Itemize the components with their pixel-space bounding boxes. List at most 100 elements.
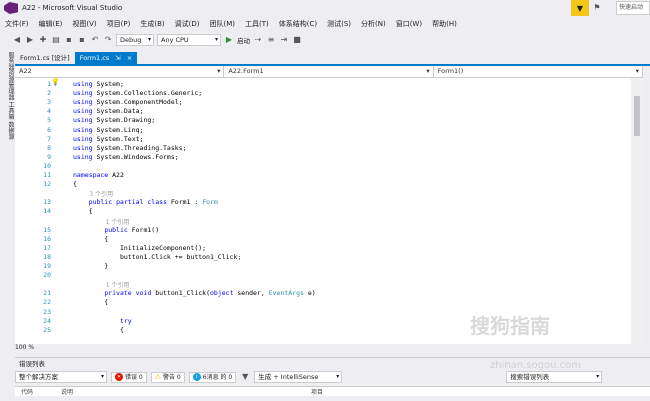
open-file-icon[interactable]: ▤ [51, 35, 61, 45]
col-project[interactable]: 项目 [305, 387, 323, 396]
messages-filter-button[interactable]: i 6消息 的 0 [188, 371, 237, 383]
indent-icon[interactable]: ⇥ [279, 35, 289, 45]
quick-launch-input[interactable]: 快速启动 [616, 1, 650, 15]
step-over-icon[interactable]: ⇢ [253, 35, 263, 45]
code-line[interactable]: 14 { [15, 207, 631, 216]
menu-item[interactable]: 视图(V) [67, 19, 101, 29]
document-tabs: Form1.cs [设计] Form1.cs ⇲ × [15, 52, 650, 64]
pin-icon[interactable]: ⇲ [115, 52, 120, 64]
menu-item[interactable]: 帮助(H) [427, 19, 462, 29]
menu-item[interactable]: 体系结构(C) [274, 19, 322, 29]
codelens-references[interactable]: 1 个引用 [106, 280, 130, 289]
col-code[interactable]: 代码 [15, 387, 55, 396]
line-number: 18 [43, 252, 51, 261]
editor-scrollbar[interactable] [631, 78, 643, 344]
menu-item[interactable]: 调试(D) [170, 19, 205, 29]
errors-filter-button[interactable]: ✕ 错误 0 [111, 371, 147, 383]
line-number: 3 [47, 98, 51, 107]
codelens-references[interactable]: 1 个引用 [106, 217, 130, 226]
platform-select[interactable]: Any CPU [157, 34, 221, 46]
line-number: 6 [47, 125, 51, 134]
error-search-input[interactable]: 搜索错误列表 [506, 371, 603, 383]
tab-form1-code[interactable]: Form1.cs ⇲ × [74, 52, 138, 64]
code-text: public partial class Form1 : Form [88, 198, 218, 207]
code-line[interactable]: 16 { [15, 235, 631, 244]
menu-item[interactable]: 窗口(W) [391, 19, 427, 29]
code-line[interactable]: 19 } [15, 262, 631, 271]
error-list-toolbar: 整个解决方案 ✕错误 0 ⚠警告 0 i6消息 的 0 ▼ 生成 + Intel… [15, 370, 650, 384]
notifications-icon[interactable]: ⚑ [592, 3, 602, 13]
menu-item[interactable]: 测试(S) [322, 19, 356, 29]
code-line[interactable]: 1 using System; [15, 80, 631, 89]
line-number: 21 [43, 289, 51, 298]
errors-count: 错误 0 [125, 373, 143, 381]
code-line[interactable]: 15 public Form1() [15, 226, 631, 235]
menu-item[interactable]: 项目(P) [102, 19, 136, 29]
tab-form1-design[interactable]: Form1.cs [设计] [15, 52, 75, 64]
menu-item[interactable]: 编辑(E) [34, 19, 68, 29]
error-icon: ✕ [115, 373, 123, 381]
build-source-select[interactable]: 生成 + IntelliSense [254, 371, 343, 383]
code-text: } [73, 262, 109, 270]
code-line[interactable]: 4 using System.Data; [15, 107, 631, 116]
menu-item[interactable]: 文件(F) [0, 19, 34, 29]
code-text: using System.Text; [73, 134, 144, 143]
line-number: 2 [47, 89, 51, 98]
col-description[interactable]: 说明 [55, 387, 305, 396]
code-line[interactable]: 12 { [15, 180, 631, 189]
start-button[interactable]: 启动 [237, 35, 250, 45]
scroll-thumb[interactable] [634, 96, 640, 136]
code-line[interactable]: 20 [15, 271, 631, 280]
code-editor[interactable]: 💡 1 using System; 2 using System.Collection… [15, 78, 631, 344]
code-line[interactable]: 21 private void button1_Click(object sen… [15, 289, 631, 298]
comment-icon[interactable]: ≡ [266, 35, 276, 45]
save-all-icon[interactable]: ▪ [77, 35, 87, 45]
filter-icon[interactable]: ▼ [240, 372, 250, 382]
project-dropdown[interactable]: A22 [15, 66, 225, 77]
zoom-level[interactable]: 100 % [15, 344, 643, 352]
codelens-references[interactable]: 3 个引用 [89, 189, 113, 198]
line-number: 24 [43, 316, 51, 325]
redo-icon[interactable]: ↷ [103, 35, 113, 45]
close-icon[interactable]: × [127, 52, 132, 64]
code-line[interactable]: 6 using System.Linq; [15, 126, 631, 135]
forward-icon[interactable]: ▶ [25, 35, 35, 45]
menu-item[interactable]: 团队(M) [204, 19, 240, 29]
menu-item[interactable]: 生成(B) [135, 19, 169, 29]
code-line[interactable]: 10 [15, 162, 631, 171]
code-line[interactable]: 5 using System.Drawing; [15, 116, 631, 125]
undo-icon[interactable]: ↶ [90, 35, 100, 45]
save-icon[interactable]: ▪ [64, 35, 74, 45]
bookmark-icon[interactable]: ■ [292, 35, 302, 45]
code-line[interactable]: 2 using System.Collections.Generic; [15, 89, 631, 98]
new-project-icon[interactable]: ✚ [38, 35, 48, 45]
code-line[interactable]: 3 using System.ComponentModel; [15, 98, 631, 107]
code-line[interactable]: 8 using System.Threading.Tasks; [15, 144, 631, 153]
code-text: using System.Threading.Tasks; [73, 143, 187, 152]
code-text: private void button1_Click(object sender… [104, 289, 316, 298]
warnings-filter-button[interactable]: ⚠ 警告 0 [150, 371, 185, 383]
code-line[interactable]: 18 button1.Click += button1_Click; [15, 253, 631, 262]
side-tool-windows[interactable]: 服务器资源管理器 工具箱 数据源 [0, 52, 15, 352]
start-play-icon[interactable]: ▶ [224, 35, 234, 45]
code-line[interactable]: 22 { [15, 298, 631, 307]
menu-item[interactable]: 分析(N) [356, 19, 391, 29]
class-dropdown[interactable]: A22.Form1 [224, 66, 434, 77]
code-line[interactable]: 13 public partial class Form1 : Form [15, 198, 631, 207]
member-dropdown[interactable]: Form1() [434, 66, 643, 77]
code-line[interactable]: 17 InitializeComponent(); [15, 244, 631, 253]
back-icon[interactable]: ◀ [12, 35, 22, 45]
code-line[interactable]: 11 namespace A22 [15, 171, 631, 180]
line-number: 13 [43, 198, 51, 207]
configuration-select[interactable]: Debug [116, 34, 154, 46]
code-text: InitializeComponent(); [73, 243, 207, 252]
code-text: try [119, 316, 132, 325]
code-text: using System.Windows.Forms; [73, 152, 179, 161]
menu-item[interactable]: 工具(T) [240, 19, 274, 29]
scope-select[interactable]: 整个解决方案 [15, 371, 107, 383]
warnings-count: 警告 0 [163, 373, 181, 381]
code-line[interactable]: 7 using System.Text; [15, 135, 631, 144]
feedback-filter-icon[interactable]: ▼ [571, 0, 589, 16]
code-line[interactable]: 9 using System.Windows.Forms; [15, 153, 631, 162]
error-list-header: 代码 说明 项目 [15, 386, 650, 396]
